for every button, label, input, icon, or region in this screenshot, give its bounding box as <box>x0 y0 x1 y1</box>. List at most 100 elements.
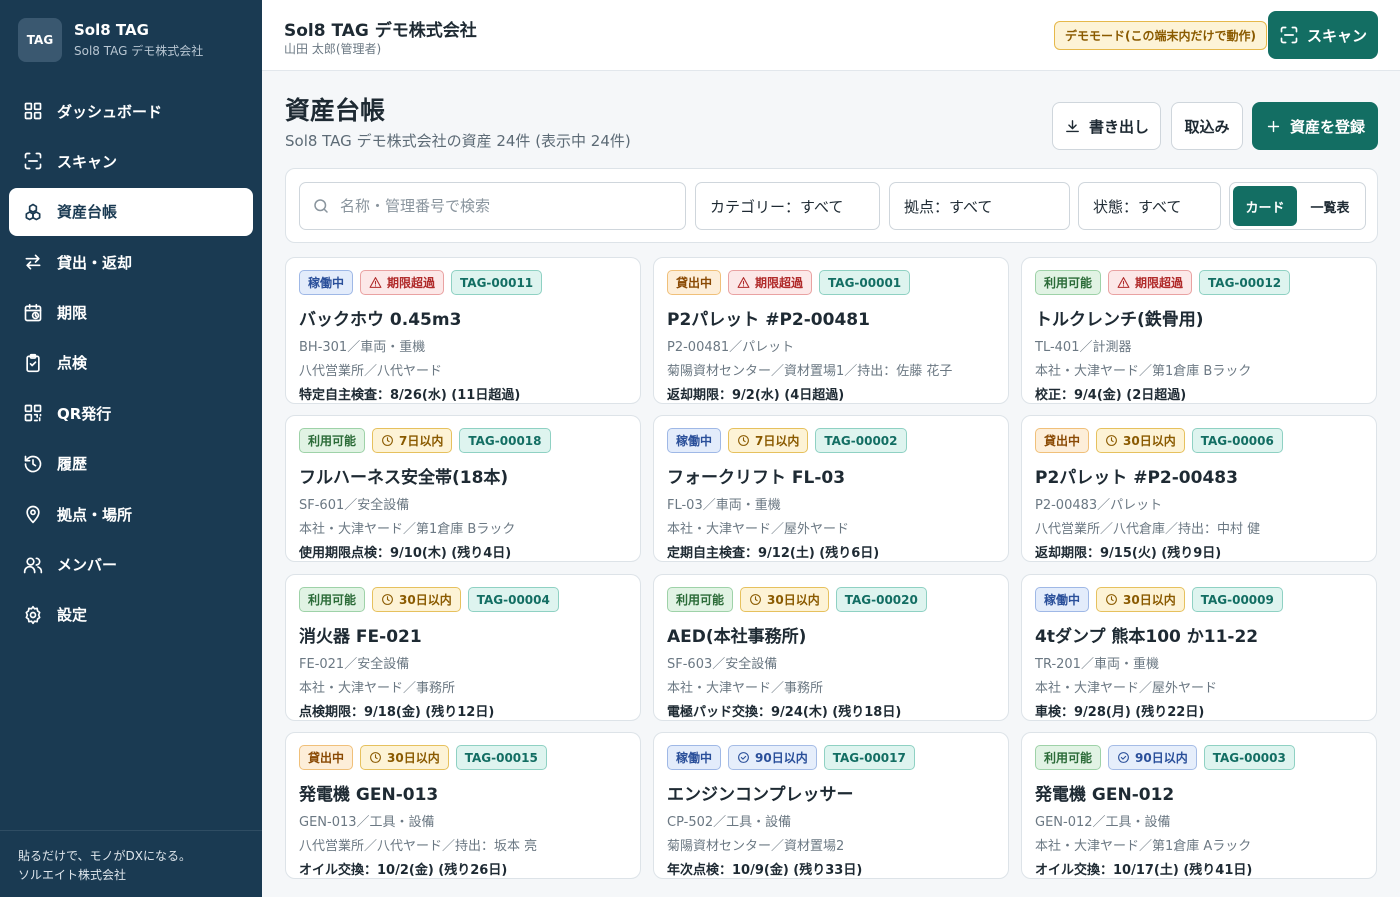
sidebar-item-label: 履歴 <box>57 455 88 474</box>
sidebar-item-qr[interactable]: QR発行 <box>9 389 253 437</box>
tag-id-badge: TAG-00015 <box>455 745 547 770</box>
asset-card[interactable]: 貸出中 期限超過 TAG-00001 P2パレット #P2-00481 P2-00481… <box>653 257 1009 404</box>
sidebar-item-locations[interactable]: 拠点・場所 <box>9 490 253 538</box>
clock-icon <box>382 435 393 446</box>
view-list-toggle[interactable]: 一覧表 <box>1297 186 1363 226</box>
deadline-badge: 30日以内 <box>360 745 449 770</box>
register-asset-button[interactable]: 資産を登録 <box>1252 102 1378 150</box>
card-badges: 利用可能 30日以内 TAG-00020 <box>667 587 995 613</box>
asset-name: 発電機 GEN-012 <box>1035 785 1175 805</box>
sidebar-item-members[interactable]: メンバー <box>9 541 253 589</box>
download-icon <box>1066 119 1079 132</box>
status-badge: 貸出中 <box>299 745 354 770</box>
card-badges: 稼働中 90日以内 TAG-00017 <box>667 745 995 771</box>
history-icon <box>24 455 42 473</box>
card-badges: 稼働中 30日以内 TAG-00009 <box>1035 587 1363 613</box>
deadline-badge: 30日以内 <box>740 587 829 612</box>
history-icon-wrap <box>23 454 43 474</box>
asset-deadline-detail: 車検：9/28(月) (残り22日) <box>1035 705 1205 720</box>
sidebar-item-history[interactable]: 履歴 <box>9 440 253 488</box>
asset-deadline-detail: 点検期限：9/18(金) (残り12日) <box>299 705 495 720</box>
qr-icon <box>24 405 42 422</box>
asset-code-category: FE-021／安全設備 <box>299 657 410 672</box>
card-badges: 稼働中 7日以内 TAG-00002 <box>667 428 995 454</box>
clock-icon <box>1106 435 1117 446</box>
asset-card[interactable]: 稼働中 30日以内 TAG-00009 4tダンプ 熊本100 か11-22 TR-20… <box>1021 574 1377 721</box>
sidebar-item-settings[interactable]: 設定 <box>9 591 253 639</box>
deadline-badge: 30日以内 <box>372 587 461 612</box>
asset-deadline-detail: 年次点検：10/9(金) (残り33日) <box>667 863 863 878</box>
sidebar-item-scan[interactable]: スキャン <box>9 137 253 185</box>
qr-icon-wrap <box>23 403 43 423</box>
warning-icon <box>369 277 382 288</box>
asset-location: 八代営業所／八代ヤード <box>299 364 443 379</box>
asset-code-category: GEN-013／工具・設備 <box>299 815 435 830</box>
sidebar-item-label: ダッシュボード <box>57 102 163 121</box>
scan-button[interactable]: スキャン <box>1268 11 1378 59</box>
asset-location: 本社・大津ヤード／事務所 <box>299 681 456 696</box>
asset-deadline-detail: オイル交換：10/17(土) (残り41日) <box>1035 863 1253 878</box>
dashboard-icon-wrap <box>23 101 43 121</box>
sidebar-item-label: 拠点・場所 <box>57 505 133 524</box>
deadline-label: 7日以内 <box>399 434 444 448</box>
sidebar-item-lending[interactable]: 貸出・返却 <box>9 238 253 286</box>
view-card-toggle[interactable]: カード <box>1233 186 1297 226</box>
asset-card[interactable]: 利用可能 30日以内 TAG-00020 AED(本社事務所) SF-603／安全設備本… <box>653 574 1009 721</box>
asset-card[interactable]: 利用可能 期限超過 TAG-00012 トルクレンチ(鉄骨用) TL-401／計測器 本社… <box>1021 257 1377 404</box>
asset-card[interactable]: 利用可能 90日以内 TAG-00003 発電機 GEN-012 GEN-012／工具・… <box>1021 732 1377 879</box>
export-button[interactable]: 書き出し <box>1052 102 1161 150</box>
import-button[interactable]: 取込み <box>1171 102 1243 150</box>
footer-company: ソルエイト株式会社 <box>18 868 127 882</box>
status-filter[interactable]: 状態：すべて <box>1078 182 1221 230</box>
asset-location: 菊陽資材センター／資材置場1／持出：佐藤 花子 <box>667 364 953 379</box>
category-filter[interactable]: カテゴリー：すべて <box>695 182 880 230</box>
scan-icon <box>1280 26 1298 44</box>
asset-name: エンジンコンプレッサー <box>667 785 854 805</box>
asset-location: 本社・大津ヤード／屋外ヤード <box>1035 681 1218 696</box>
sidebar-item-label: スキャン <box>57 152 118 171</box>
tag-id-badge: TAG-00002 <box>815 428 907 453</box>
sidebar-item-deadline[interactable]: 期限 <box>9 289 253 337</box>
asset-name: P2パレット #P2-00483 <box>1035 468 1238 488</box>
asset-code-category: SF-603／安全設備 <box>667 657 778 672</box>
asset-card[interactable]: 利用可能 30日以内 TAG-00004 消火器 FE-021 FE-021／安全設備本… <box>285 574 641 721</box>
asset-deadline-detail: 電極パッド交換：9/24(木) (残り18日) <box>667 705 902 720</box>
location-filter[interactable]: 拠点：すべて <box>889 182 1070 230</box>
asset-card[interactable]: 利用可能 7日以内 TAG-00018 フルハーネス安全帯(18本) SF-601／安全… <box>285 415 641 562</box>
check-circle-icon <box>738 752 749 763</box>
status-badge: 利用可能 <box>1035 270 1102 295</box>
sidebar-item-label: 点検 <box>57 354 88 373</box>
asset-code-category: GEN-012／工具・設備 <box>1035 815 1171 830</box>
deadline-label: 30日以内 <box>1123 593 1176 607</box>
asset-code-category: P2-00483／パレット <box>1035 498 1163 513</box>
search-box[interactable] <box>299 182 686 230</box>
asset-card[interactable]: 貸出中 30日以内 TAG-00006 P2パレット #P2-00483 P2-0048… <box>1021 415 1377 562</box>
asset-card[interactable]: 稼働中 7日以内 TAG-00002 フォークリフト FL-03 FL-03／車両・重機… <box>653 415 1009 562</box>
brand[interactable]: TAG Sol8 TAG Sol8 TAG デモ株式会社 <box>18 18 203 62</box>
deadline-label: 期限超過 <box>387 276 436 290</box>
scan-icon-wrap <box>23 151 43 171</box>
deadline-label: 30日以内 <box>387 751 440 765</box>
assets-icon-wrap <box>23 202 43 222</box>
deadline-label: 90日以内 <box>755 751 808 765</box>
asset-name: 消火器 FE-021 <box>299 627 422 647</box>
sidebar-item-inspection[interactable]: 点検 <box>9 339 253 387</box>
tag-id-badge: TAG-00001 <box>819 270 911 295</box>
asset-location: 本社・大津ヤード／第1倉庫 Bラック <box>1035 364 1252 379</box>
asset-card[interactable]: 稼働中 90日以内 TAG-00017 エンジンコンプレッサー CP-502／工具・設備… <box>653 732 1009 879</box>
deadline-label: 90日以内 <box>1135 751 1188 765</box>
page-subtitle: Sol8 TAG デモ株式会社の資産 24件 (表示中 24件) <box>285 132 631 150</box>
sidebar-item-assets[interactable]: 資産台帳 <box>9 187 253 236</box>
asset-card[interactable]: 貸出中 30日以内 TAG-00015 発電機 GEN-013 GEN-013／工具・設… <box>285 732 641 879</box>
users-icon-wrap <box>23 555 43 575</box>
asset-deadline-detail: 校正：9/4(金) (2日超過) <box>1035 388 1187 403</box>
deadline-badge: 期限超過 <box>360 270 445 295</box>
status-badge: 利用可能 <box>299 587 366 612</box>
clipboard-check-icon <box>26 353 40 373</box>
asset-card[interactable]: 稼働中 期限超過 TAG-00011 バックホウ 0.45m3 BH-301／車両・重機… <box>285 257 641 404</box>
dashboard-icon <box>24 102 42 120</box>
sidebar-item-dashboard[interactable]: ダッシュボード <box>9 87 253 135</box>
search-input[interactable] <box>340 197 660 215</box>
sidebar: TAG Sol8 TAG Sol8 TAG デモ株式会社 ダッシュボード スキャン… <box>0 0 262 897</box>
sidebar-nav: ダッシュボード スキャン資産台帳 貸出・返却 期限点検 QR発行履歴拠点・場所メンバー設… <box>9 87 253 641</box>
